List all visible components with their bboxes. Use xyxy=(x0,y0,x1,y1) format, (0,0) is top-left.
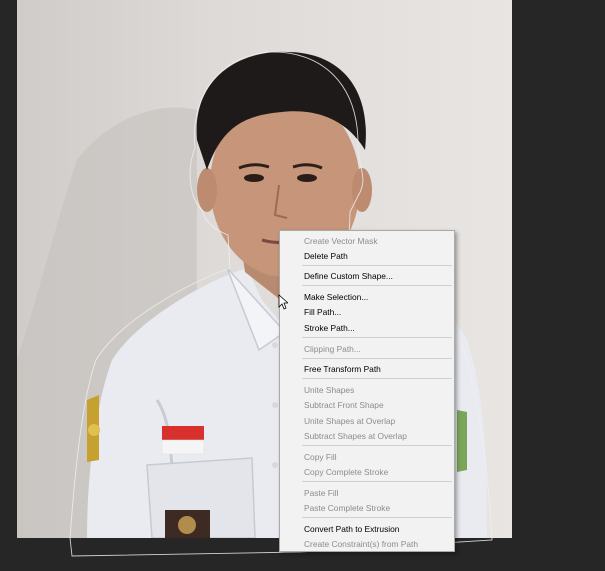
mouse-pointer-icon xyxy=(278,294,288,310)
menu-item-subtract-front-shape[interactable]: Subtract Front Shape xyxy=(304,398,384,412)
menu-separator xyxy=(302,337,452,338)
menu-item-make-selection[interactable]: Make Selection... xyxy=(304,290,368,304)
menu-item-unite-shapes-at-overlap[interactable]: Unite Shapes at Overlap xyxy=(304,414,395,428)
menu-item-create-constraints-from-path[interactable]: Create Constraint(s) from Path xyxy=(304,537,418,551)
menu-item-paste-fill[interactable]: Paste Fill xyxy=(304,486,338,500)
menu-item-convert-path-to-extrusion[interactable]: Convert Path to Extrusion xyxy=(304,522,399,536)
menu-item-delete-path[interactable]: Delete Path xyxy=(304,249,348,263)
menu-item-clipping-path[interactable]: Clipping Path... xyxy=(304,342,361,356)
menu-separator xyxy=(302,517,452,518)
menu-item-fill-path[interactable]: Fill Path... xyxy=(304,305,341,319)
menu-separator xyxy=(302,481,452,482)
menu-item-unite-shapes[interactable]: Unite Shapes xyxy=(304,383,354,397)
menu-item-define-custom-shape[interactable]: Define Custom Shape... xyxy=(304,269,393,283)
menu-item-subtract-shapes-at-overlap[interactable]: Subtract Shapes at Overlap xyxy=(304,429,407,443)
menu-separator xyxy=(302,285,452,286)
menu-separator xyxy=(302,378,452,379)
menu-separator xyxy=(302,358,452,359)
path-context-menu: Create Vector Mask Delete Path Define Cu… xyxy=(279,230,455,552)
menu-item-stroke-path[interactable]: Stroke Path... xyxy=(304,321,355,335)
menu-item-create-vector-mask[interactable]: Create Vector Mask xyxy=(304,234,378,248)
menu-item-paste-complete-stroke[interactable]: Paste Complete Stroke xyxy=(304,501,390,515)
menu-item-copy-complete-stroke[interactable]: Copy Complete Stroke xyxy=(304,465,388,479)
menu-item-copy-fill[interactable]: Copy Fill xyxy=(304,450,337,464)
menu-separator xyxy=(302,445,452,446)
menu-separator xyxy=(302,265,452,266)
menu-item-free-transform-path[interactable]: Free Transform Path xyxy=(304,362,381,376)
